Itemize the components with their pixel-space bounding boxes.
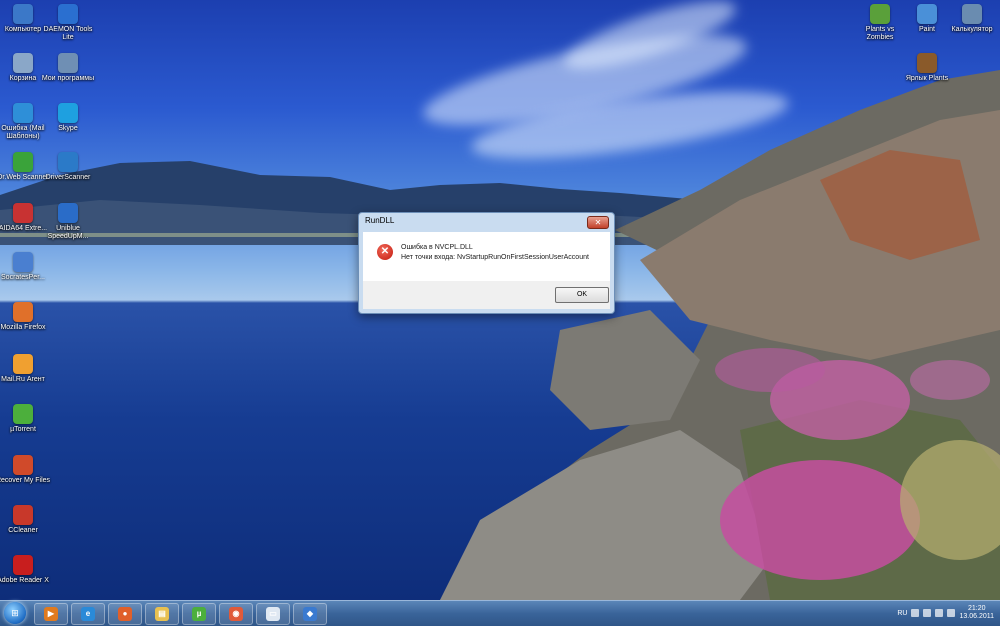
taskbar-button[interactable]: ▭ xyxy=(256,603,290,625)
shortcut-label: CCleaner xyxy=(8,527,38,534)
driverscanner-icon xyxy=(58,152,78,172)
desktop-shortcut[interactable]: Mail.Ru Агент xyxy=(0,354,51,384)
recover-files-icon xyxy=(13,455,33,475)
start-button[interactable]: ⊞ xyxy=(4,602,26,624)
shortcut-label: DriverScanner xyxy=(45,174,91,181)
shortcut-label: Recover My Files xyxy=(0,477,51,484)
programs-icon xyxy=(58,53,78,73)
error-message-line2: Нет точки входа: NvStartupRunOnFirstSess… xyxy=(401,254,589,261)
recycle-bin-icon xyxy=(13,53,33,73)
chrome-icon: ◉ xyxy=(229,607,243,621)
desktop-shortcut[interactable]: Ярлык Plants xyxy=(899,53,955,83)
system-tray: RU 21:20 13.06.2011 xyxy=(897,601,994,625)
shortcut-label: Мои программы xyxy=(41,75,95,82)
firefox-icon xyxy=(13,302,33,322)
taskbar-button[interactable]: ▶ xyxy=(34,603,68,625)
dialog-title: RunDLL xyxy=(365,216,395,225)
desktop-shortcut[interactable]: Калькулятор xyxy=(944,4,1000,34)
clock-date: 13.06.2011 xyxy=(959,613,994,620)
media-player-icon: ▶ xyxy=(44,607,58,621)
app-shortcut-icon: ◆ xyxy=(303,607,317,621)
daemon-tools-icon xyxy=(58,4,78,24)
desktop-shortcut[interactable]: Skype xyxy=(40,103,96,133)
dialog-body: ✕ Ошибка в NVCPL.DLL Нет точки входа: Nv… xyxy=(363,232,610,281)
taskbar: ⊞ ▶ e ● ▤ µ ◉ ▭ ◆ RU 21:20 13.06.2011 xyxy=(0,600,1000,626)
desktop-shortcut[interactable]: Adobe Reader X xyxy=(0,555,51,585)
internet-explorer-icon: e xyxy=(81,607,95,621)
language-indicator[interactable]: RU xyxy=(897,610,907,617)
file-explorer-icon: ▤ xyxy=(155,607,169,621)
calculator-icon xyxy=(962,4,982,24)
socrates-icon xyxy=(13,252,33,272)
error-message-line1: Ошибка в NVCPL.DLL xyxy=(401,244,473,251)
desktop-shortcut[interactable]: CCleaner xyxy=(0,505,51,535)
mail-icon xyxy=(13,103,33,123)
notepad-icon: ▭ xyxy=(266,607,280,621)
shortcut-label: Skype xyxy=(58,125,78,132)
rundll-error-dialog: RunDLL ✕ ✕ Ошибка в NVCPL.DLL Нет точки … xyxy=(358,212,615,314)
aida64-icon xyxy=(13,203,33,223)
shortcut-label: Mail.Ru Агент xyxy=(1,376,45,383)
game-shortcut-icon xyxy=(917,53,937,73)
desktop-wallpaper: Компьютер DAEMON Tools Lite Корзина Мои про… xyxy=(0,0,1000,600)
shortcut-label: Ярлык Plants xyxy=(905,75,949,82)
taskbar-button[interactable]: µ xyxy=(182,603,216,625)
desktop-shortcut[interactable]: DriverScanner xyxy=(40,152,96,182)
computer-icon xyxy=(13,4,33,24)
desktop-shortcut[interactable]: SocratesPer... xyxy=(0,252,51,282)
firefox-icon: ● xyxy=(118,607,132,621)
shortcut-label: DAEMON Tools Lite xyxy=(43,26,93,41)
plants-vs-zombies-icon xyxy=(870,4,890,24)
taskbar-button[interactable]: ● xyxy=(108,603,142,625)
shortcut-label: µTorrent xyxy=(10,426,36,433)
volume-icon[interactable] xyxy=(947,609,956,617)
ccleaner-icon xyxy=(13,505,33,525)
ok-button[interactable]: OK xyxy=(555,287,609,303)
shortcut-label: SocratesPer... xyxy=(1,274,45,281)
dialog-footer: OK xyxy=(363,281,610,309)
network-icon[interactable] xyxy=(935,609,944,617)
utorrent-icon: µ xyxy=(192,607,206,621)
shortcut-label: Mozilla Firefox xyxy=(0,324,46,331)
error-icon: ✕ xyxy=(377,244,393,260)
clock[interactable]: 21:20 13.06.2011 xyxy=(959,605,994,621)
desktop-shortcut[interactable]: Mozilla Firefox xyxy=(0,302,51,332)
utorrent-icon xyxy=(13,404,33,424)
desktop-shortcut[interactable]: µTorrent xyxy=(0,404,51,434)
taskbar-button[interactable]: e xyxy=(71,603,105,625)
drweb-icon xyxy=(13,152,33,172)
shortcut-label: Калькулятор xyxy=(951,26,993,33)
shortcut-label: Uniblue SpeedUpM... xyxy=(47,225,89,240)
desktop-shortcut[interactable]: Мои программы xyxy=(40,53,96,83)
desktop-shortcut[interactable]: Recover My Files xyxy=(0,455,51,485)
close-button[interactable]: ✕ xyxy=(587,216,609,229)
mailru-agent-icon xyxy=(13,354,33,374)
windows-logo-icon: ⊞ xyxy=(11,608,19,618)
clock-time: 21:20 xyxy=(967,605,986,612)
skype-icon xyxy=(58,103,78,123)
shortcut-label: Adobe Reader X xyxy=(0,577,49,584)
tray-flag-icon[interactable] xyxy=(923,609,932,617)
taskbar-button[interactable]: ◉ xyxy=(219,603,253,625)
paint-icon xyxy=(917,4,937,24)
speedup-icon xyxy=(58,203,78,223)
adobe-reader-icon xyxy=(13,555,33,575)
tray-arrow-icon[interactable] xyxy=(911,609,920,617)
taskbar-button[interactable]: ◆ xyxy=(293,603,327,625)
desktop-shortcut[interactable]: Uniblue SpeedUpM... xyxy=(40,203,96,241)
taskbar-button[interactable]: ▤ xyxy=(145,603,179,625)
desktop-shortcut[interactable]: DAEMON Tools Lite xyxy=(40,4,96,42)
